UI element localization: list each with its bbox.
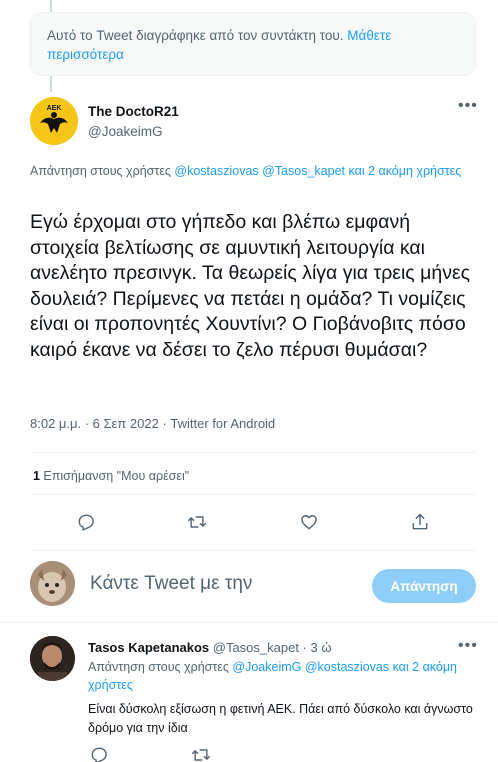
reply-compose-input[interactable] xyxy=(90,573,340,595)
reply-tweet-actions xyxy=(88,745,476,762)
thread-line xyxy=(50,76,52,92)
likes-count[interactable]: 1 Επισήμανση "Μου αρέσει" xyxy=(33,469,189,483)
divider xyxy=(30,452,476,453)
mention-link[interactable]: @JoakeimG xyxy=(232,660,301,674)
avatar[interactable] xyxy=(30,636,75,681)
user-avatar-icon xyxy=(30,561,75,606)
retweet-icon[interactable] xyxy=(186,511,208,533)
thread-line xyxy=(50,0,52,12)
aek-logo-icon: ΑΕΚ xyxy=(30,97,78,145)
more-options-icon[interactable]: ••• xyxy=(458,98,478,114)
divider xyxy=(0,622,498,623)
reply-icon[interactable] xyxy=(88,744,110,762)
tweet-text: Εγώ έρχομαι στο γήπεδο και βλέπω εμφανή … xyxy=(30,211,471,361)
reply-author: Tasos Kapetanakos @Tasos_kapet · 3 ώ xyxy=(88,640,332,655)
reply-button[interactable]: Απάντηση xyxy=(372,569,476,603)
divider xyxy=(30,494,476,495)
author-handle[interactable]: @JoakeimG xyxy=(88,124,162,139)
replying-to: Απάντηση στους χρήστες @JoakeimG @kostas… xyxy=(88,658,488,694)
replying-to: Απάντηση στους χρήστες @kostasziovas @Ta… xyxy=(30,162,470,181)
likes-label: Επισήμανση "Μου αρέσει" xyxy=(39,469,190,483)
mention-link[interactable]: @kostasziovas xyxy=(174,164,258,178)
reply-tweet-text: Είναι δύσκολη εξίσωση η φετινή ΑΕΚ. Πάει… xyxy=(88,702,473,735)
deleted-tweet-notice: Αυτό το Tweet διαγράφηκε από τον συντάκτ… xyxy=(30,12,476,76)
avatar[interactable] xyxy=(30,561,75,606)
reply-author-name[interactable]: Tasos Kapetanakos xyxy=(88,640,209,655)
deleted-tweet-thread: Αυτό το Tweet διαγράφηκε από τον συντάκτ… xyxy=(0,0,498,92)
tweet-actions xyxy=(30,508,476,536)
share-icon[interactable] xyxy=(409,511,431,533)
like-icon[interactable] xyxy=(298,511,320,533)
likes-number: 1 xyxy=(33,469,40,483)
author-name[interactable]: The DoctoR21 xyxy=(88,104,179,119)
deleted-notice-text: Αυτό το Tweet διαγράφηκε από τον συντάκτ… xyxy=(47,28,348,43)
divider xyxy=(30,550,476,551)
replying-prefix: Απάντηση στους χρήστες xyxy=(30,164,175,178)
avatar[interactable]: ΑΕΚ xyxy=(30,97,78,145)
mention-link[interactable]: @Tasos_kapet xyxy=(262,164,345,178)
svg-text:ΑΕΚ: ΑΕΚ xyxy=(47,105,62,112)
more-options-icon[interactable]: ••• xyxy=(458,638,478,654)
mention-link[interactable]: @kostasziovas xyxy=(305,660,389,674)
reply-icon[interactable] xyxy=(75,511,97,533)
retweet-icon[interactable] xyxy=(190,744,212,762)
mention-more-link[interactable]: και 2 ακόμη χρήστες xyxy=(345,164,461,178)
reply-author-handle[interactable]: @Tasos_kapet · 3 ώ xyxy=(209,640,332,655)
replying-prefix: Απάντηση στους χρήστες xyxy=(88,660,233,674)
tweet-timestamp[interactable]: 8:02 μ.μ. · 6 Σεπ 2022 · Twitter for And… xyxy=(30,416,275,431)
user-avatar-icon xyxy=(30,636,75,681)
